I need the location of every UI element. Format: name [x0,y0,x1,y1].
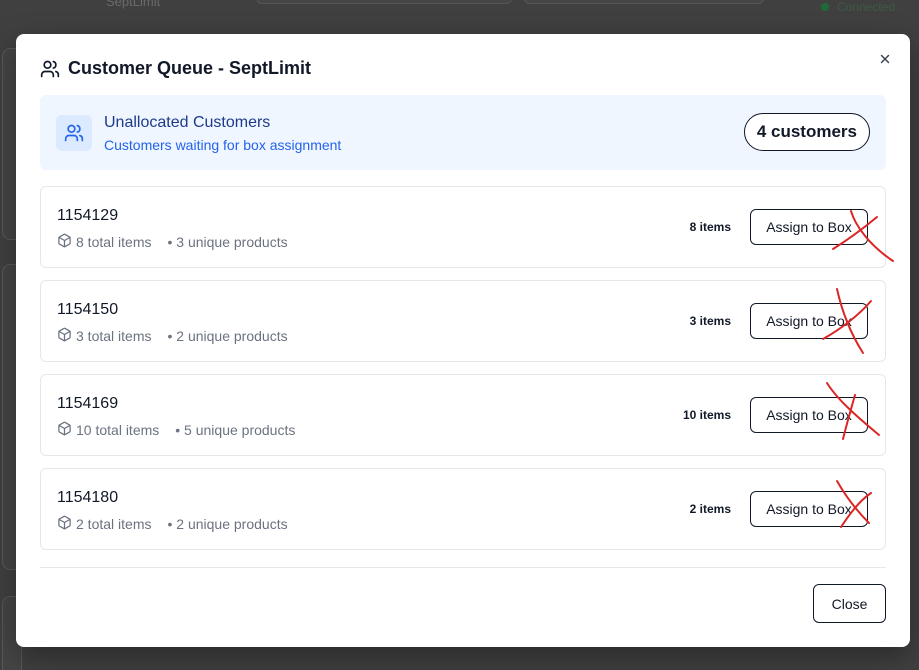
customer-meta: 8 total items • 3 unique products [57,233,294,251]
customer-row: 1154169 10 total items • 5 unique produc… [40,374,886,456]
status-dot [820,3,829,11]
summary-subtitle: Customers waiting for box assignment [104,137,342,153]
users-icon [40,59,60,79]
unique-products: • 5 unique products [175,422,296,438]
background-field [256,0,512,4]
customer-meta: 2 total items • 2 unique products [57,515,294,533]
customer-list: 1154129 8 total items • 3 unique product… [40,186,894,562]
assign-to-box-button[interactable]: Assign to Box [750,491,868,527]
dialog-title: Customer Queue - SeptLimit [68,58,312,78]
background-field [524,0,764,4]
customer-id: 1154150 [57,301,119,318]
customer-meta: 10 total items • 5 unique products [57,421,301,439]
close-button[interactable]: Close [813,584,886,623]
customer-row: 1154150 3 total items • 2 unique product… [40,280,886,362]
items-count: 2 items [689,502,731,516]
customer-id: 1154129 [57,207,119,224]
package-icon [57,327,76,345]
unique-products: • 2 unique products [167,516,288,532]
total-items: 10 total items [76,422,160,438]
assign-to-box-button[interactable]: Assign to Box [750,303,868,339]
customer-row: 1154180 2 total items • 2 unique product… [40,468,886,550]
status-text: Connected [836,0,895,14]
close-icon[interactable] [876,50,894,68]
footer-divider [40,567,886,568]
package-icon [57,233,76,251]
background-label: SeptLimit [106,0,161,9]
package-icon [57,515,76,533]
assign-to-box-button[interactable]: Assign to Box [750,209,868,245]
customer-row: 1154129 8 total items • 3 unique product… [40,186,894,268]
assign-to-box-button[interactable]: Assign to Box [750,397,868,433]
unique-products: • 3 unique products [167,234,288,250]
summary-title: Unallocated Customers [104,114,271,131]
unique-products: • 2 unique products [167,328,288,344]
users-icon [56,115,92,151]
customer-queue-dialog: Customer Queue - SeptLimit Unallocated C… [16,34,910,647]
customer-id: 1154169 [57,395,119,412]
unallocated-summary: Unallocated Customers Customers waiting … [40,95,886,170]
total-items: 8 total items [76,234,152,250]
total-items: 2 total items [76,516,152,532]
package-icon [57,421,76,439]
items-count: 3 items [689,314,731,328]
customer-id: 1154180 [57,489,119,506]
items-count: 8 items [689,220,731,234]
items-count: 10 items [682,408,731,422]
connection-status: Connected [820,0,895,14]
total-items: 3 total items [76,328,152,344]
dialog-header: Customer Queue - SeptLimit [40,58,311,79]
customer-meta: 3 total items • 2 unique products [57,327,294,345]
customer-count-badge: 4 customers [743,113,870,151]
